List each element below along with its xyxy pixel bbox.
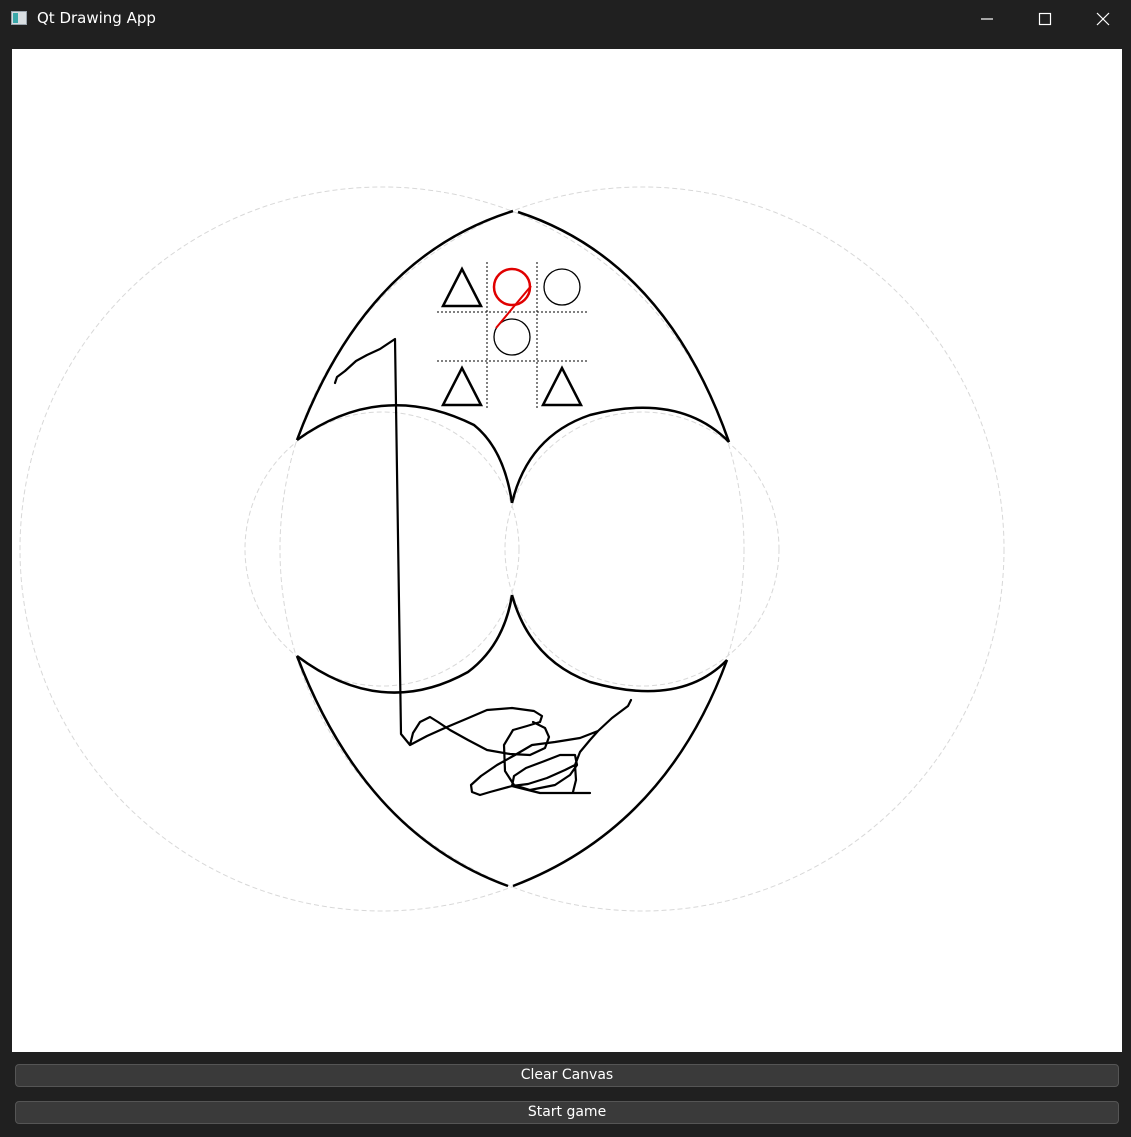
lens-arc-lower-left: [295, 655, 509, 888]
circle-piece-top-right: [543, 268, 581, 306]
canvas-drawing: [19, 186, 1005, 912]
inner-arc-bottom-right: [510, 594, 728, 693]
inner-circles: [296, 404, 730, 694]
minimize-button[interactable]: [958, 0, 1016, 38]
inner-arc-top-left: [296, 404, 514, 504]
lens-arc-lower-right: [512, 659, 729, 888]
guide-circle-small-left: [244, 411, 520, 687]
circle-piece-top-middle-red: [492, 267, 532, 307]
inner-arc-top-right: [510, 406, 730, 504]
close-button[interactable]: [1074, 0, 1131, 38]
inner-arc-bottom-left: [296, 594, 514, 694]
triangle-piece-bottom-left: [440, 365, 484, 407]
title-bar: Qt Drawing App: [0, 0, 1131, 38]
maximize-button[interactable]: [1016, 0, 1074, 38]
game-pieces: [440, 266, 584, 407]
triangle-piece-bottom-right: [540, 365, 584, 407]
guide-circle-small-right: [504, 411, 780, 687]
start-game-button[interactable]: Start game: [15, 1101, 1119, 1124]
window-title: Qt Drawing App: [37, 9, 156, 27]
close-icon: [1096, 12, 1110, 26]
lens-arc-upper-right: [517, 210, 731, 443]
minimize-icon: [981, 18, 993, 20]
drawing-canvas[interactable]: [12, 49, 1122, 1052]
maximize-icon: [1038, 12, 1052, 26]
app-window-icon: [11, 11, 27, 25]
triangle-piece-top-left: [440, 266, 484, 308]
red-freehand-stroke: [495, 285, 532, 329]
guide-circles: [19, 186, 1005, 912]
game-grid: [437, 262, 587, 410]
clear-canvas-button[interactable]: Clear Canvas: [15, 1064, 1119, 1087]
